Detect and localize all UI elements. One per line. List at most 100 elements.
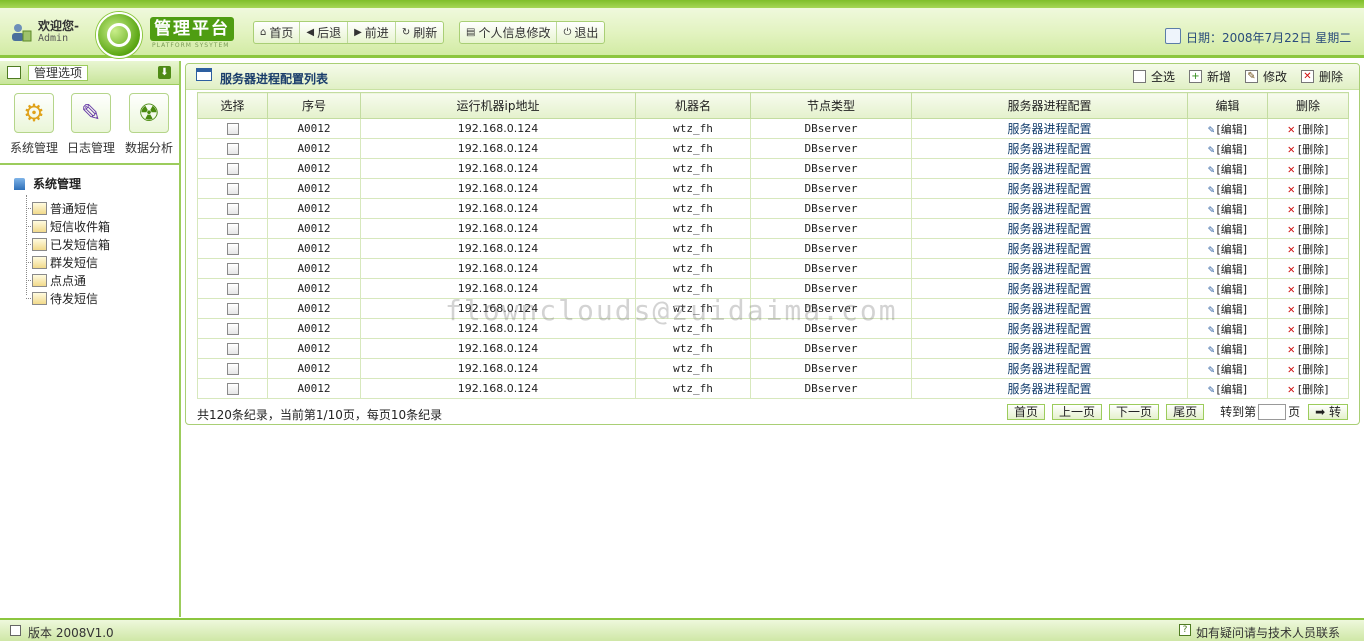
row-edit-link[interactable]: [编辑]: [1217, 223, 1248, 236]
config-link[interactable]: 服务器进程配置: [911, 298, 1188, 319]
select-all-button[interactable]: 全选: [1132, 68, 1175, 85]
red-x-icon: ✕: [1287, 181, 1295, 196]
edit-button[interactable]: ✎ 修改: [1244, 68, 1287, 85]
row-edit-link[interactable]: [编辑]: [1217, 163, 1248, 176]
tree-item-inbox[interactable]: 短信收件箱: [26, 218, 110, 235]
config-link[interactable]: 服务器进程配置: [911, 178, 1188, 199]
row-delete-link[interactable]: [删除]: [1298, 383, 1329, 396]
row-edit-link[interactable]: [编辑]: [1217, 143, 1248, 156]
back-icon: ◀: [306, 27, 315, 38]
row-edit-link[interactable]: [编辑]: [1217, 263, 1248, 276]
row-delete-link[interactable]: [删除]: [1298, 363, 1329, 376]
col-header: 删除: [1267, 92, 1349, 119]
home-button[interactable]: ⌂ 首页: [254, 22, 301, 43]
logout-button[interactable]: ⏻ 退出: [557, 22, 604, 43]
row-delete-link[interactable]: [删除]: [1298, 323, 1329, 336]
tree-item-sent[interactable]: 已发短信箱: [26, 236, 110, 253]
back-button[interactable]: ◀ 后退: [300, 22, 349, 43]
row-edit-link[interactable]: [编辑]: [1217, 183, 1248, 196]
tree-item-pending[interactable]: 待发短信: [26, 290, 98, 307]
host-cell: wtz_fh: [635, 298, 751, 319]
host-cell: wtz_fh: [635, 278, 751, 299]
row-edit-link[interactable]: [编辑]: [1217, 203, 1248, 216]
config-link[interactable]: 服务器进程配置: [911, 238, 1188, 259]
tree-item-group-sms[interactable]: 群发短信: [26, 254, 98, 271]
row-delete-link[interactable]: [删除]: [1298, 223, 1329, 236]
edit-cell: ✎ [编辑]: [1187, 198, 1268, 219]
row-edit-link[interactable]: [编辑]: [1217, 343, 1248, 356]
refresh-button[interactable]: ↻ 刷新: [396, 22, 443, 43]
add-button[interactable]: + 新增: [1188, 68, 1231, 85]
go-button[interactable]: ➡ 转: [1308, 403, 1348, 420]
select-cell: [197, 178, 268, 199]
goto-page-input[interactable]: [1258, 403, 1287, 420]
host-cell: wtz_fh: [635, 198, 751, 219]
logout-label: 退出: [574, 26, 599, 40]
row-edit-link[interactable]: [编辑]: [1217, 323, 1248, 336]
config-link[interactable]: 服务器进程配置: [911, 138, 1188, 159]
row-checkbox[interactable]: [226, 163, 239, 175]
row-delete-link[interactable]: [删除]: [1298, 283, 1329, 296]
collapse-arrow-icon[interactable]: ⬇: [158, 66, 171, 79]
table-row: A0012 192.168.0.124 wtz_fh DBserver 服务器进程配置 ✎…: [197, 198, 1349, 219]
config-link[interactable]: 服务器进程配置: [911, 258, 1188, 279]
ip-cell: 192.168.0.124: [360, 338, 636, 359]
sidebar: 管理选项 ⬇ ⚙ 系统管理 ✎ 日志管理 ☢ 数据分析 系统管理 普通短信 短信…: [0, 61, 181, 617]
config-link[interactable]: 服务器进程配置: [911, 158, 1188, 179]
row-delete-link[interactable]: [删除]: [1298, 203, 1329, 216]
row-checkbox[interactable]: [226, 243, 239, 255]
quick-system-manage[interactable]: ⚙ 系统管理: [6, 93, 62, 156]
profile-button[interactable]: ▤ 个人信息修改: [460, 22, 558, 43]
row-delete-link[interactable]: [删除]: [1298, 143, 1329, 156]
row-checkbox[interactable]: [226, 223, 239, 235]
config-link[interactable]: 服务器进程配置: [911, 358, 1188, 379]
tree-item-dotdot[interactable]: 点点通: [26, 272, 86, 289]
row-edit-link[interactable]: [编辑]: [1217, 383, 1248, 396]
row-checkbox[interactable]: [226, 183, 239, 195]
row-edit-link[interactable]: [编辑]: [1217, 363, 1248, 376]
row-checkbox[interactable]: [226, 323, 239, 335]
last-page-button[interactable]: 尾页: [1166, 403, 1205, 420]
row-delete-link[interactable]: [删除]: [1298, 303, 1329, 316]
row-edit-link[interactable]: [编辑]: [1217, 283, 1248, 296]
node-cell: DBserver: [750, 158, 912, 179]
config-link[interactable]: 服务器进程配置: [911, 338, 1188, 359]
row-checkbox[interactable]: [226, 263, 239, 275]
quick-data-analysis[interactable]: ☢ 数据分析: [121, 93, 177, 156]
config-link[interactable]: 服务器进程配置: [911, 218, 1188, 239]
config-link[interactable]: 服务器进程配置: [911, 198, 1188, 219]
row-edit-link[interactable]: [编辑]: [1217, 243, 1248, 256]
row-checkbox[interactable]: [226, 343, 239, 355]
row-edit-link[interactable]: [编辑]: [1217, 303, 1248, 316]
config-link[interactable]: 服务器进程配置: [911, 118, 1188, 139]
tree-item-normal-sms[interactable]: 普通短信: [26, 200, 98, 217]
row-delete-link[interactable]: [删除]: [1298, 183, 1329, 196]
row-checkbox[interactable]: [226, 123, 239, 135]
row-checkbox[interactable]: [226, 383, 239, 395]
next-page-button[interactable]: 下一页: [1109, 403, 1160, 420]
config-link[interactable]: 服务器进程配置: [911, 278, 1188, 299]
first-page-button[interactable]: 首页: [1007, 403, 1046, 420]
row-checkbox[interactable]: [226, 363, 239, 375]
row-delete-link[interactable]: [删除]: [1298, 343, 1329, 356]
row-edit-link[interactable]: [编辑]: [1217, 123, 1248, 136]
row-delete-link[interactable]: [删除]: [1298, 123, 1329, 136]
row-delete-link[interactable]: [删除]: [1298, 163, 1329, 176]
row-checkbox[interactable]: [226, 203, 239, 215]
quick-log-manage[interactable]: ✎ 日志管理: [63, 93, 119, 156]
pencil-icon: ✎: [1207, 222, 1215, 236]
pager: 首页 上一页 下一页 尾页 转到第 页 ➡ 转: [1000, 403, 1348, 420]
delete-button[interactable]: ✕ 删除: [1300, 68, 1343, 85]
row-checkbox[interactable]: [226, 303, 239, 315]
tree-root-system[interactable]: 系统管理: [14, 175, 81, 192]
config-link[interactable]: 服务器进程配置: [911, 318, 1188, 339]
row-delete-link[interactable]: [删除]: [1298, 263, 1329, 276]
prev-page-button[interactable]: 上一页: [1052, 403, 1103, 420]
row-checkbox[interactable]: [226, 283, 239, 295]
row-checkbox[interactable]: [226, 143, 239, 155]
forward-button[interactable]: ▶ 前进: [348, 22, 396, 43]
row-delete-link[interactable]: [删除]: [1298, 243, 1329, 256]
pencil-icon: ✎: [1207, 142, 1215, 156]
config-link[interactable]: 服务器进程配置: [911, 378, 1188, 399]
node-cell: DBserver: [750, 218, 912, 239]
